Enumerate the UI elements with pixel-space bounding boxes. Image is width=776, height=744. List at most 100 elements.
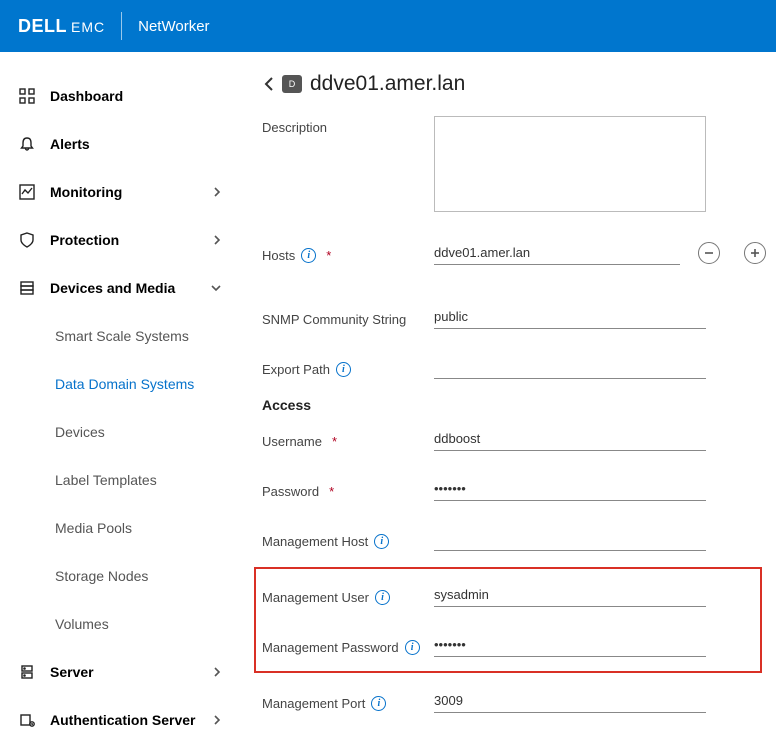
dashboard-icon [18,88,36,104]
sidebar-sub-label: Devices [55,424,105,440]
export-path-input[interactable] [434,355,706,379]
storage-icon [18,280,36,296]
label-mgmt-port: Management Port i [262,692,434,711]
sidebar-item-label: Authentication Server [50,712,212,728]
label-mgmt-host-text: Management Host [262,534,368,549]
info-icon[interactable]: i [336,362,351,377]
product-name: NetWorker [138,18,209,35]
hosts-input[interactable] [434,241,680,265]
sidebar-sub-label: Smart Scale Systems [55,328,189,344]
required-icon: * [329,484,334,499]
title-row: D ddve01.amer.lan [262,72,766,96]
mgmt-port-input[interactable] [434,689,706,713]
chevron-right-icon [212,186,222,198]
device-icon: D [282,75,302,93]
sidebar-sub-volumes[interactable]: Volumes [0,600,240,648]
label-export-path-text: Export Path [262,362,330,377]
sidebar-item-protection[interactable]: Protection [0,216,240,264]
sidebar-sub-data-domain[interactable]: Data Domain Systems [0,360,240,408]
brand: DELL EMC [18,16,105,37]
sidebar-item-label: Devices and Media [50,280,210,296]
sidebar-item-alerts[interactable]: Alerts [0,120,240,168]
row-hosts: Hosts i * [262,231,766,275]
required-icon: * [326,248,331,263]
info-icon[interactable]: i [374,534,389,549]
sidebar-sub-label: Storage Nodes [55,568,148,584]
row-description: Description [262,116,766,215]
sidebar-item-label: Monitoring [50,184,212,200]
sidebar-item-label: Dashboard [50,88,222,104]
row-mgmt-port: Management Port i [262,679,766,723]
snmp-input[interactable] [434,305,706,329]
row-password: Password * [262,467,766,511]
server-icon [18,664,36,680]
sidebar-sub-storage-nodes[interactable]: Storage Nodes [0,552,240,600]
highlight-box: Management User i Management Password i [254,567,762,673]
auth-server-icon [18,712,36,728]
sidebar-item-auth-server[interactable]: Authentication Server [0,696,240,744]
info-icon[interactable]: i [375,590,390,605]
username-input[interactable] [434,427,706,451]
label-description: Description [262,116,434,135]
label-snmp: SNMP Community String [262,308,434,327]
info-icon[interactable]: i [301,248,316,263]
sidebar-item-label: Alerts [50,136,222,152]
sidebar-item-dashboard[interactable]: Dashboard [0,72,240,120]
required-icon: * [332,434,337,449]
add-host-button[interactable] [744,242,766,264]
label-hosts-text: Hosts [262,248,295,263]
label-mgmt-password: Management Password i [262,636,434,655]
app-header: DELL EMC NetWorker [0,0,776,52]
chevron-right-icon [212,714,222,726]
sidebar-sub-label-templates[interactable]: Label Templates [0,456,240,504]
sidebar-item-devices-media[interactable]: Devices and Media [0,264,240,312]
sidebar-sub-media-pools[interactable]: Media Pools [0,504,240,552]
sidebar-item-server[interactable]: Server [0,648,240,696]
label-mgmt-port-text: Management Port [262,696,365,711]
sidebar-sub-label: Data Domain Systems [55,376,194,392]
label-hosts: Hosts i * [262,244,434,263]
row-mgmt-password: Management Password i [262,623,754,667]
label-mgmt-user: Management User i [262,586,434,605]
mgmt-password-input[interactable] [434,633,706,657]
label-username: Username * [262,430,434,449]
bell-icon [18,136,36,152]
back-button[interactable] [262,75,276,93]
sidebar-sub-label: Volumes [55,616,109,632]
label-mgmt-password-text: Management Password [262,640,399,655]
password-input[interactable] [434,477,706,501]
shield-icon [18,232,36,248]
label-username-text: Username [262,434,322,449]
description-input[interactable] [434,116,706,212]
sidebar: Dashboard Alerts Monitoring Protection [0,52,240,736]
sidebar-sub-label: Media Pools [55,520,132,536]
page-title: ddve01.amer.lan [310,72,465,96]
sidebar-sub-smart-scale[interactable]: Smart Scale Systems [0,312,240,360]
sidebar-item-monitoring[interactable]: Monitoring [0,168,240,216]
info-icon[interactable]: i [371,696,386,711]
row-mgmt-host: Management Host i [262,517,766,561]
remove-host-button[interactable] [698,242,720,264]
chevron-right-icon [212,234,222,246]
section-access: Access [262,397,766,413]
brand-emc: EMC [71,19,105,35]
header-divider [121,12,122,40]
svg-text:D: D [289,79,296,89]
mgmt-host-input[interactable] [434,527,706,551]
sidebar-sub-label: Label Templates [55,472,157,488]
brand-dell: DELL [18,16,67,37]
sidebar-item-label: Protection [50,232,212,248]
sidebar-sub-devices[interactable]: Devices [0,408,240,456]
label-mgmt-user-text: Management User [262,590,369,605]
main-panel: D ddve01.amer.lan Description Hosts i * [240,52,776,736]
row-export-path: Export Path i [262,345,766,389]
chart-icon [18,184,36,200]
mgmt-user-input[interactable] [434,583,706,607]
chevron-down-icon [210,283,222,293]
sidebar-item-label: Server [50,664,212,680]
row-snmp: SNMP Community String [262,295,766,339]
label-export-path: Export Path i [262,358,434,377]
label-password: Password * [262,480,434,499]
chevron-right-icon [212,666,222,678]
info-icon[interactable]: i [405,640,420,655]
